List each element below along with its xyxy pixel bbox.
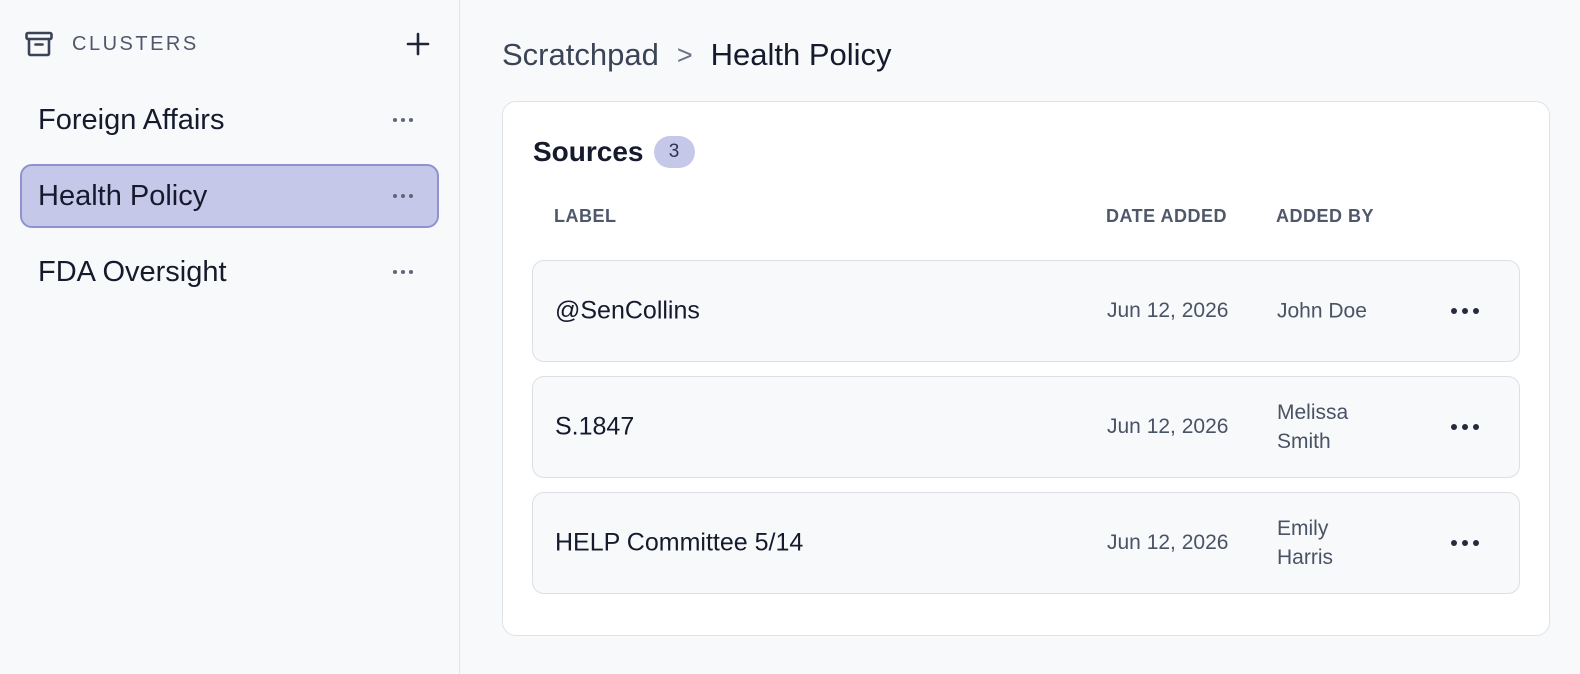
sources-card: Sources 3 LABEL DATE ADDED ADDED BY @Sen… bbox=[502, 101, 1550, 636]
sidebar-item-label: Foreign Affairs bbox=[38, 103, 225, 136]
main-content: Scratchpad > Health Policy Sources 3 LAB… bbox=[460, 0, 1580, 674]
add-cluster-button[interactable] bbox=[403, 29, 433, 59]
sidebar-header: CLUSTERS bbox=[20, 0, 439, 88]
table-row[interactable]: @SenCollins Jun 12, 2026 John Doe bbox=[532, 260, 1520, 362]
table-row[interactable]: S.1847 Jun 12, 2026 Melissa Smith bbox=[532, 376, 1520, 478]
source-date-added: Jun 12, 2026 bbox=[1107, 531, 1229, 554]
cluster-list: Foreign Affairs Health Policy FDA Oversi… bbox=[20, 88, 439, 304]
source-label: HELP Committee 5/14 bbox=[555, 528, 804, 557]
sidebar-item-label: FDA Oversight bbox=[38, 255, 227, 288]
breadcrumb-parent-link[interactable]: Scratchpad bbox=[502, 37, 659, 73]
sources-header: Sources 3 bbox=[533, 136, 695, 168]
row-more-options-icon[interactable] bbox=[1445, 418, 1485, 436]
more-options-icon[interactable] bbox=[387, 190, 419, 202]
source-label: S.1847 bbox=[555, 412, 635, 441]
source-date-added: Jun 12, 2026 bbox=[1107, 299, 1229, 322]
source-added-by: Emily Harris bbox=[1277, 517, 1333, 569]
source-date-added: Jun 12, 2026 bbox=[1107, 415, 1229, 438]
source-added-by: Melissa Smith bbox=[1277, 401, 1349, 453]
sidebar-item-foreign-affairs[interactable]: Foreign Affairs bbox=[20, 88, 439, 152]
table-row[interactable]: HELP Committee 5/14 Jun 12, 2026 Emily H… bbox=[532, 492, 1520, 594]
more-options-icon[interactable] bbox=[387, 266, 419, 278]
sidebar: CLUSTERS Foreign Affairs Health Policy F… bbox=[0, 0, 460, 674]
more-options-icon[interactable] bbox=[387, 114, 419, 126]
row-more-options-icon[interactable] bbox=[1445, 302, 1485, 320]
sidebar-title: CLUSTERS bbox=[72, 32, 199, 55]
sidebar-item-fda-oversight[interactable]: FDA Oversight bbox=[20, 240, 439, 304]
breadcrumb: Scratchpad > Health Policy bbox=[502, 34, 1546, 76]
sources-title: Sources bbox=[533, 136, 644, 167]
archive-icon bbox=[24, 29, 54, 59]
source-added-by: John Doe bbox=[1277, 299, 1367, 323]
sidebar-item-label: Health Policy bbox=[38, 179, 208, 212]
plus-icon bbox=[406, 32, 430, 56]
sidebar-item-health-policy[interactable]: Health Policy bbox=[20, 164, 439, 228]
sources-count-badge: 3 bbox=[653, 136, 695, 168]
breadcrumb-separator: > bbox=[676, 39, 693, 70]
breadcrumb-current: Health Policy bbox=[710, 37, 892, 72]
column-header-label: LABEL bbox=[554, 206, 617, 226]
source-label: @SenCollins bbox=[555, 296, 700, 325]
column-header-date-added: DATE ADDED bbox=[1106, 206, 1227, 226]
app-root: CLUSTERS Foreign Affairs Health Policy F… bbox=[0, 0, 1580, 674]
column-header-added-by: ADDED BY bbox=[1276, 206, 1375, 226]
row-more-options-icon[interactable] bbox=[1445, 534, 1485, 552]
